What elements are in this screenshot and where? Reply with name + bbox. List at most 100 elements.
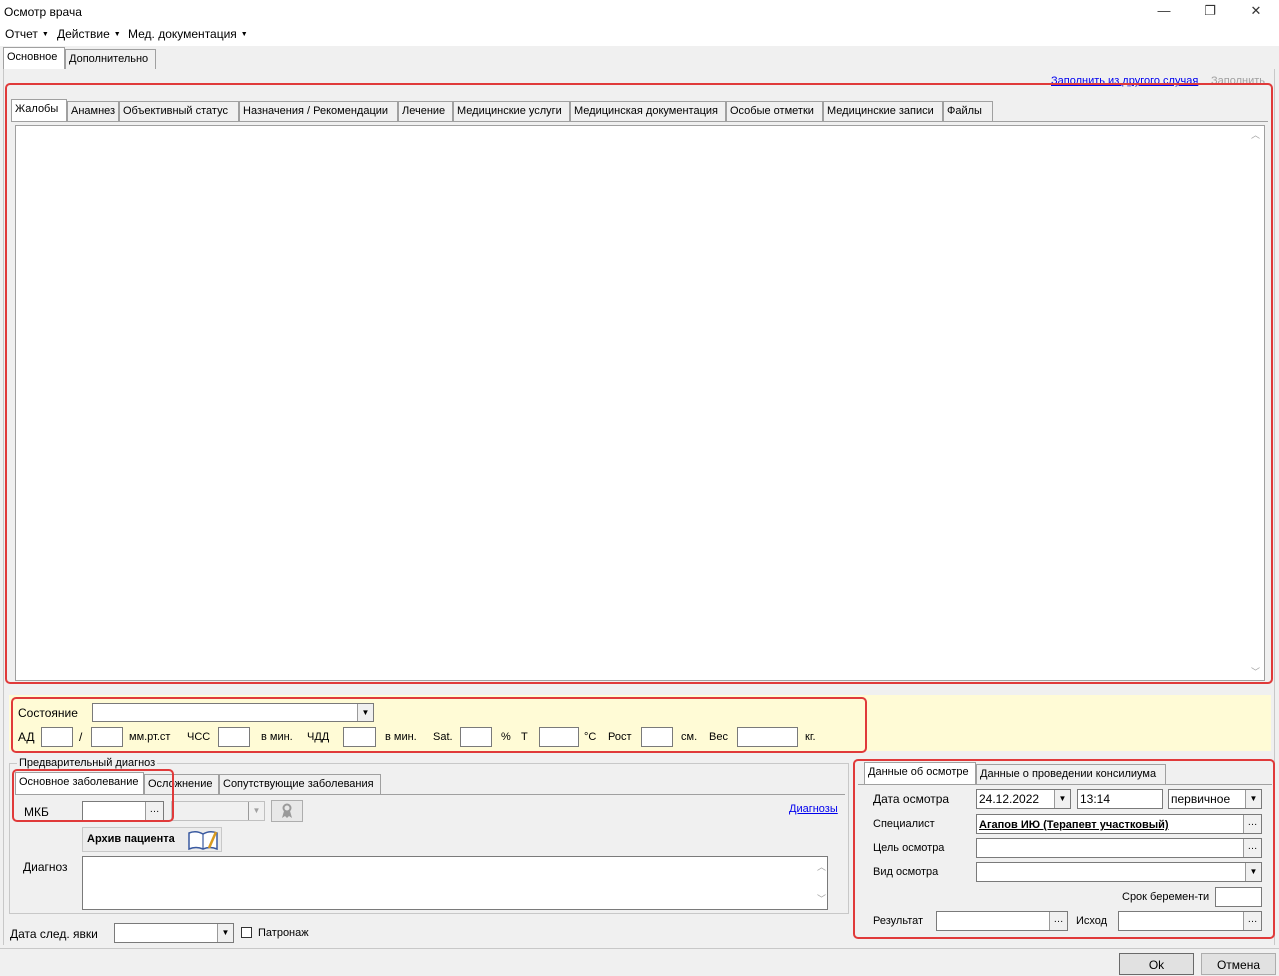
height-label: Рост (608, 731, 632, 743)
chevron-down-icon: ▼ (113, 31, 121, 38)
ad-label: АД (18, 730, 35, 744)
tab-medical-records[interactable]: Медицинские записи (823, 101, 943, 121)
height-unit: см. (681, 731, 698, 743)
result-label: Результат (873, 915, 924, 927)
tab-comorbidities[interactable]: Сопутствующие заболевания (219, 774, 381, 794)
tab-treatment[interactable]: Лечение (398, 101, 453, 121)
hr-input[interactable] (218, 727, 250, 747)
tab-additional[interactable]: Дополнительно (65, 49, 156, 69)
state-label: Состояние (18, 706, 78, 720)
tab-objective-status[interactable]: Объективный статус (119, 101, 239, 121)
tab-prescriptions[interactable]: Назначения / Рекомендации (239, 101, 398, 121)
tab-anamnesis[interactable]: Анамнез (67, 101, 119, 121)
fill-from-other-link[interactable]: Заполнить из другого случая (1051, 75, 1198, 87)
tab-complication[interactable]: Осложнение (144, 774, 219, 794)
specialist-label: Специалист (873, 818, 935, 830)
next-visit-date[interactable]: ▼ (114, 923, 234, 943)
title-bar: Осмотр врача — ❐ ✕ (0, 0, 1279, 24)
hr-unit: в мин. (261, 731, 293, 743)
ad-diastolic-input[interactable] (91, 727, 123, 747)
chevron-down-icon[interactable]: ▼ (1245, 863, 1261, 881)
height-input[interactable] (641, 727, 673, 747)
rr-unit: в мин. (385, 731, 417, 743)
close-button[interactable]: ✕ (1233, 0, 1279, 24)
visit-type-value: первичное (1171, 792, 1231, 806)
scroll-down-icon[interactable]: ﹀ (817, 890, 826, 908)
chevron-down-icon[interactable]: ▼ (248, 802, 264, 820)
tab-exam-data[interactable]: Данные об осмотре (864, 762, 976, 784)
chevron-down-icon[interactable]: ▼ (1245, 790, 1261, 808)
sat-unit: % (501, 731, 511, 743)
rr-input[interactable] (343, 727, 376, 747)
book-icon (188, 830, 218, 851)
result-browse-button[interactable]: … (1049, 912, 1067, 930)
outcome-browse-button[interactable]: … (1243, 912, 1261, 930)
specialist-browse-button[interactable]: … (1243, 815, 1261, 833)
cancel-button[interactable]: Отмена (1201, 953, 1276, 975)
menu-med-docs[interactable]: Мед. документация ▼ (128, 27, 248, 41)
pregnancy-label: Срок беремен-ти (1122, 891, 1210, 903)
weight-label: Вес (709, 731, 728, 743)
chevron-down-icon[interactable]: ▼ (1054, 790, 1070, 808)
weight-input[interactable] (737, 727, 798, 747)
ad-slash: / (79, 730, 83, 744)
sat-input[interactable] (460, 727, 492, 747)
diagnosis-textarea[interactable]: ︿ ﹀ (82, 856, 828, 910)
exam-date-input[interactable]: 24.12.2022 ▼ (976, 789, 1071, 809)
scroll-up-icon[interactable]: ︿ (1251, 128, 1260, 141)
tab-main[interactable]: Основное (3, 47, 65, 69)
vertical-scrollbar[interactable]: ︿ ﹀ (1248, 126, 1264, 680)
tab-medical-documentation[interactable]: Медицинская документация (570, 101, 726, 121)
exam-tab-divider (858, 784, 1272, 785)
mkb-browse-button[interactable]: … (145, 802, 163, 820)
patient-archive-label: Архив пациента (87, 833, 175, 845)
specialist-value: Агапов ИЮ (Терапевт участковый) (979, 819, 1169, 831)
bottom-divider (0, 948, 1279, 949)
scroll-up-icon[interactable]: ︿ (817, 858, 826, 876)
tab-consilium-data[interactable]: Данные о проведении консилиума (976, 764, 1166, 784)
tab-complaints[interactable]: Жалобы (11, 99, 67, 121)
menu-action[interactable]: Действие ▼ (57, 27, 121, 41)
weight-unit: кг. (805, 731, 816, 743)
tab-special-notes[interactable]: Особые отметки (726, 101, 823, 121)
purpose-browse-button[interactable]: … (1243, 839, 1261, 857)
exam-kind-select[interactable]: ▼ (976, 862, 1262, 882)
mkb-input[interactable]: … (82, 801, 164, 821)
chevron-down-icon[interactable]: ▼ (357, 704, 373, 721)
mkb-name-select[interactable]: ▼ (171, 801, 265, 821)
scroll-down-icon[interactable]: ﹀ (1251, 665, 1260, 678)
diagnosis-tab-divider (15, 794, 845, 795)
tab-main-disease[interactable]: Основное заболевание (15, 772, 144, 794)
complaints-textarea[interactable]: ︿ ﹀ (15, 125, 1265, 681)
diagnosis-label: Диагноз (23, 860, 68, 874)
menu-report-label: Отчет (5, 27, 38, 41)
exam-date-value: 24.12.2022 (979, 792, 1040, 806)
chevron-down-icon[interactable]: ▼ (217, 924, 233, 942)
diagnoses-link[interactable]: Диагнозы (789, 803, 838, 815)
exam-date-label: Дата осмотра (873, 792, 950, 806)
ribbon-button[interactable] (271, 800, 303, 822)
tab-medical-services[interactable]: Медицинские услуги (453, 101, 570, 121)
exam-time-input[interactable]: 13:14 (1077, 789, 1163, 809)
menu-report[interactable]: Отчет ▼ (5, 27, 49, 41)
patient-archive-button[interactable]: Архив пациента (82, 827, 222, 852)
ok-button[interactable]: Ok (1119, 953, 1194, 975)
visit-type-select[interactable]: первичное ▼ (1168, 789, 1262, 809)
restore-button[interactable]: ❐ (1187, 0, 1233, 24)
specialist-field[interactable]: Агапов ИЮ (Терапевт участковый) … (976, 814, 1262, 834)
tab-files[interactable]: Файлы (943, 101, 993, 121)
rr-label: ЧДД (307, 731, 330, 743)
patronage-checkbox[interactable] (241, 927, 252, 938)
result-field[interactable]: … (936, 911, 1068, 931)
purpose-field[interactable]: … (976, 838, 1262, 858)
ribbon-icon (282, 803, 292, 818)
pregnancy-input[interactable] (1215, 887, 1262, 907)
minimize-button[interactable]: — (1141, 0, 1187, 24)
outcome-field[interactable]: … (1118, 911, 1262, 931)
diagnosis-group-label: Предварительный диагноз (17, 757, 158, 769)
state-select[interactable]: ▼ (92, 703, 374, 722)
ad-systolic-input[interactable] (41, 727, 73, 747)
fill-link[interactable]: Заполнить (1211, 75, 1265, 87)
temp-input[interactable] (539, 727, 579, 747)
inner-tab-divider (11, 121, 1268, 122)
